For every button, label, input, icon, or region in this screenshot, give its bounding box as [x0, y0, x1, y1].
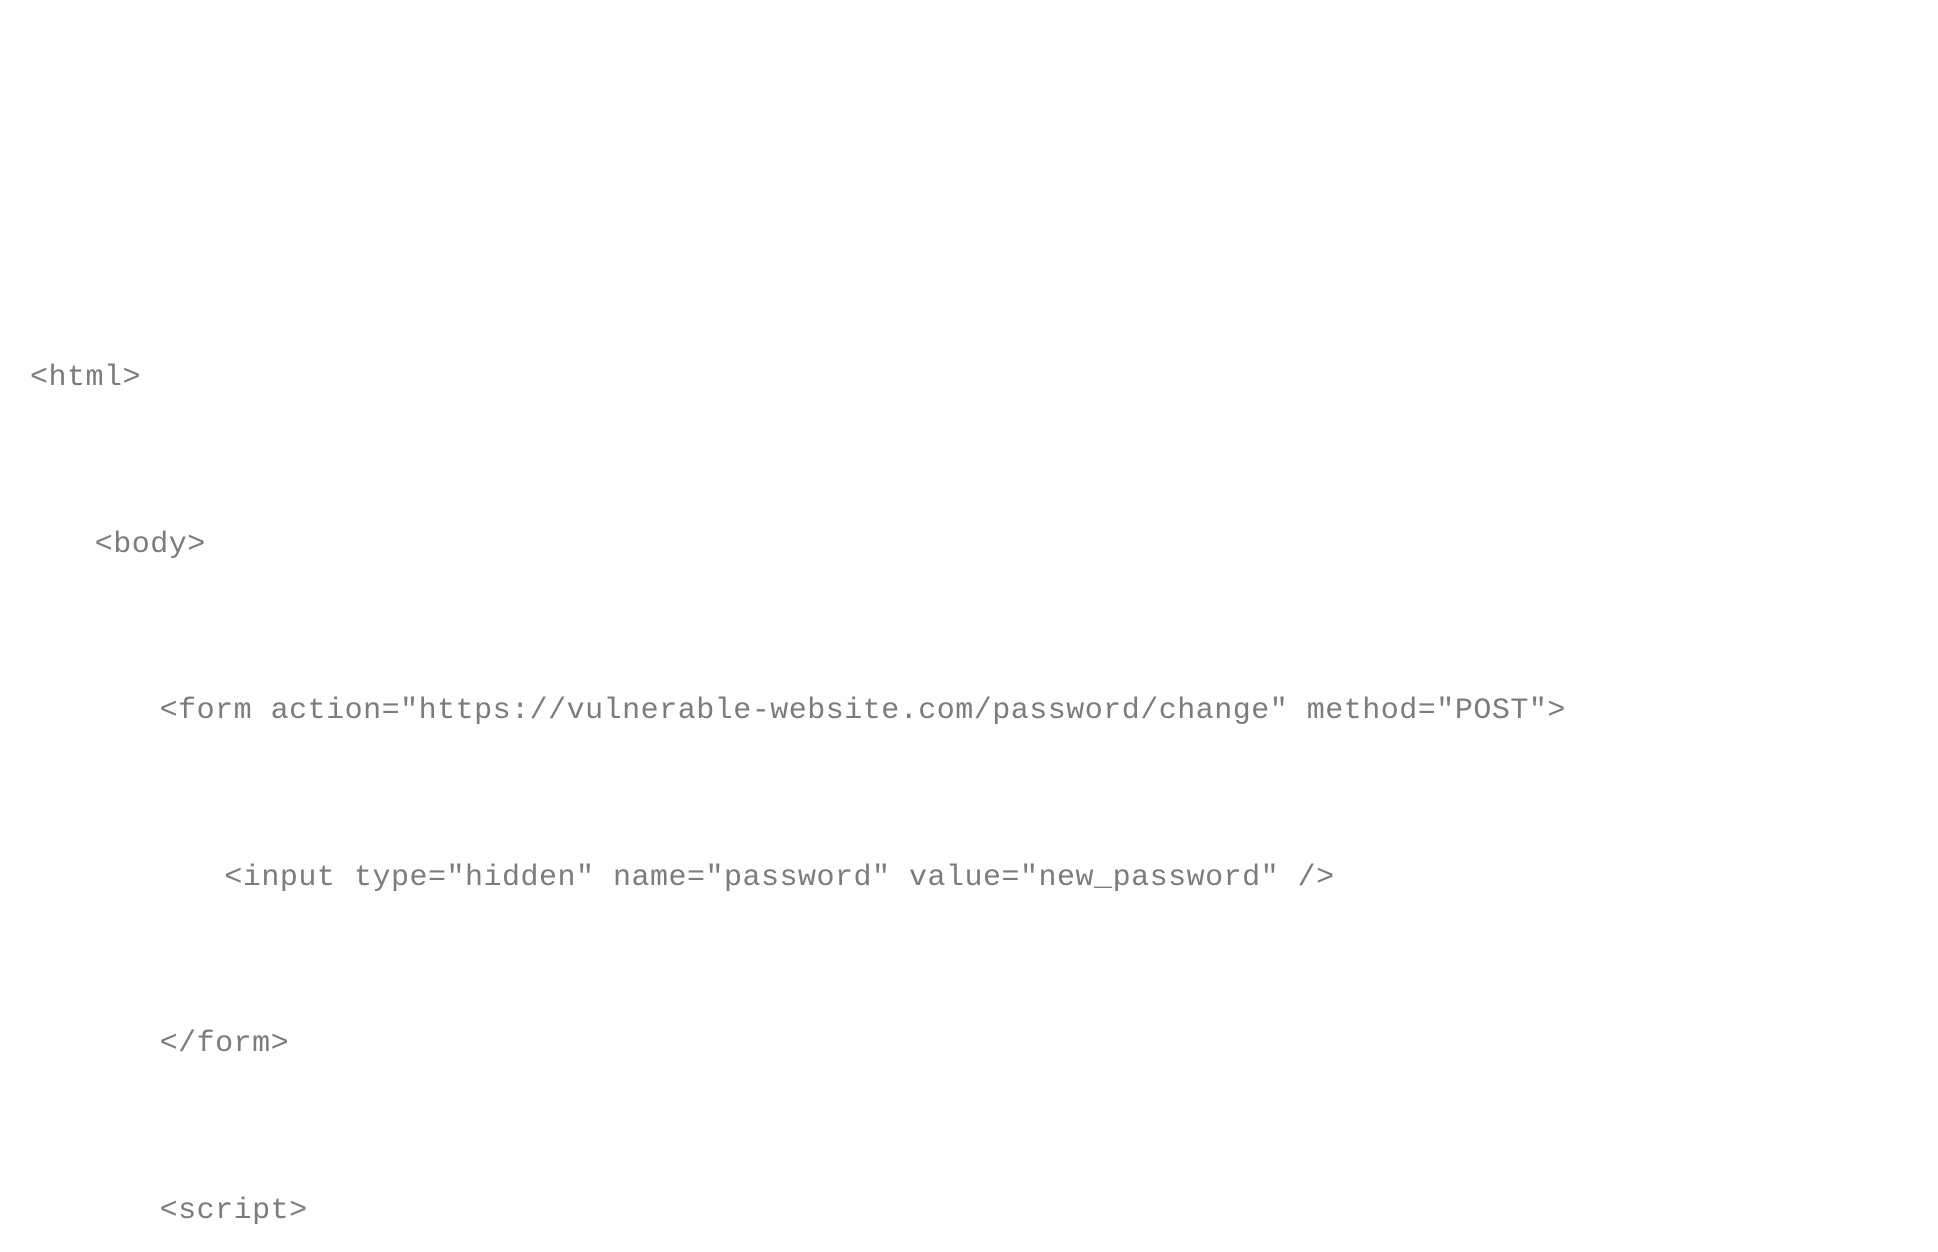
code-line: <input type="hidden" name="password" val…: [30, 851, 1908, 907]
code-line: <body>: [30, 518, 1908, 574]
code-line: <html>: [30, 351, 1908, 407]
code-line: <form action="https://vulnerable-website…: [30, 684, 1908, 740]
code-line: </form>: [30, 1017, 1908, 1073]
code-line: <script>: [30, 1184, 1908, 1240]
code-block: <html> <body> <form action="https://vuln…: [30, 240, 1908, 1252]
